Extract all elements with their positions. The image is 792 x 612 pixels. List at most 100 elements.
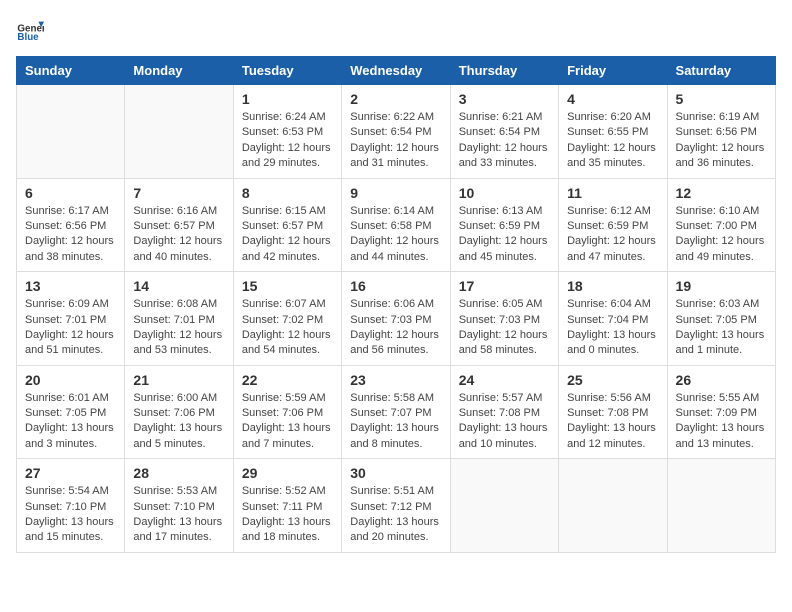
calendar-cell: 11 Sunrise: 6:12 AM Sunset: 6:59 PM Dayli… <box>559 178 667 272</box>
day-number: 9 <box>350 185 441 201</box>
calendar-cell: 29 Sunrise: 5:52 AM Sunset: 7:11 PM Dayli… <box>233 459 341 553</box>
calendar-cell: 17 Sunrise: 6:05 AM Sunset: 7:03 PM Dayli… <box>450 272 558 366</box>
day-info: Sunrise: 6:12 AM Sunset: 6:59 PM Dayligh… <box>567 204 658 266</box>
day-number: 13 <box>25 278 116 294</box>
calendar-cell: 10 Sunrise: 6:13 AM Sunset: 6:59 PM Dayli… <box>450 178 558 272</box>
day-info: Sunrise: 6:14 AM Sunset: 6:58 PM Dayligh… <box>350 204 441 266</box>
calendar-cell <box>125 85 233 179</box>
calendar-week-row-3: 13 Sunrise: 6:09 AM Sunset: 7:01 PM Dayli… <box>17 272 776 366</box>
calendar-week-row-4: 20Sunrise: 6:01 AM Sunset: 7:05 PM Dayli… <box>17 365 776 459</box>
calendar-cell: 16 Sunrise: 6:06 AM Sunset: 7:03 PM Dayli… <box>342 272 450 366</box>
calendar-cell: 27 Sunrise: 5:54 AM Sunset: 7:10 PM Dayli… <box>17 459 125 553</box>
day-number: 25 <box>567 372 658 388</box>
day-number: 27 <box>25 465 116 481</box>
day-info: Sunrise: 6:20 AM Sunset: 6:55 PM Dayligh… <box>567 110 658 172</box>
day-number: 11 <box>567 185 658 201</box>
calendar-cell: 1 Sunrise: 6:24 AM Sunset: 6:53 PM Daylig… <box>233 85 341 179</box>
calendar-cell: 9 Sunrise: 6:14 AM Sunset: 6:58 PM Daylig… <box>342 178 450 272</box>
calendar-week-row-2: 6 Sunrise: 6:17 AM Sunset: 6:56 PM Daylig… <box>17 178 776 272</box>
weekday-header-saturday: Saturday <box>667 57 775 85</box>
day-number: 14 <box>133 278 224 294</box>
logo: General Blue <box>16 16 44 44</box>
day-info: Sunrise: 5:55 AM Sunset: 7:09 PM Dayligh… <box>676 391 767 453</box>
weekday-header-wednesday: Wednesday <box>342 57 450 85</box>
weekday-header-sunday: Sunday <box>17 57 125 85</box>
day-number: 24 <box>459 372 550 388</box>
day-info: Sunrise: 6:04 AM Sunset: 7:04 PM Dayligh… <box>567 297 658 359</box>
logo-icon: General Blue <box>16 16 44 44</box>
calendar-week-row-5: 27 Sunrise: 5:54 AM Sunset: 7:10 PM Dayli… <box>17 459 776 553</box>
calendar-cell: 30Sunrise: 5:51 AM Sunset: 7:12 PM Dayli… <box>342 459 450 553</box>
day-info: Sunrise: 6:21 AM Sunset: 6:54 PM Dayligh… <box>459 110 550 172</box>
day-number: 15 <box>242 278 333 294</box>
day-info: Sunrise: 6:24 AM Sunset: 6:53 PM Dayligh… <box>242 110 333 172</box>
day-info: Sunrise: 5:52 AM Sunset: 7:11 PM Dayligh… <box>242 484 333 546</box>
calendar-cell: 28 Sunrise: 5:53 AM Sunset: 7:10 PM Dayli… <box>125 459 233 553</box>
day-info: Sunrise: 6:08 AM Sunset: 7:01 PM Dayligh… <box>133 297 224 359</box>
day-number: 26 <box>676 372 767 388</box>
day-number: 17 <box>459 278 550 294</box>
calendar-cell: 22 Sunrise: 5:59 AM Sunset: 7:06 PM Dayli… <box>233 365 341 459</box>
day-number: 3 <box>459 91 550 107</box>
svg-text:Blue: Blue <box>17 32 39 43</box>
day-number: 10 <box>459 185 550 201</box>
day-number: 29 <box>242 465 333 481</box>
calendar-cell: 6 Sunrise: 6:17 AM Sunset: 6:56 PM Daylig… <box>17 178 125 272</box>
day-number: 22 <box>242 372 333 388</box>
weekday-header-friday: Friday <box>559 57 667 85</box>
day-info: Sunrise: 5:53 AM Sunset: 7:10 PM Dayligh… <box>133 484 224 546</box>
calendar-cell: 23 Sunrise: 5:58 AM Sunset: 7:07 PM Dayli… <box>342 365 450 459</box>
calendar-cell: 24 Sunrise: 5:57 AM Sunset: 7:08 PM Dayli… <box>450 365 558 459</box>
day-info: Sunrise: 6:05 AM Sunset: 7:03 PM Dayligh… <box>459 297 550 359</box>
day-number: 16 <box>350 278 441 294</box>
calendar-cell: 5 Sunrise: 6:19 AM Sunset: 6:56 PM Daylig… <box>667 85 775 179</box>
day-number: 6 <box>25 185 116 201</box>
day-info: Sunrise: 5:59 AM Sunset: 7:06 PM Dayligh… <box>242 391 333 453</box>
calendar-cell: 15Sunrise: 6:07 AM Sunset: 7:02 PM Dayli… <box>233 272 341 366</box>
day-info: Sunrise: 5:54 AM Sunset: 7:10 PM Dayligh… <box>25 484 116 546</box>
day-info: Sunrise: 6:10 AM Sunset: 7:00 PM Dayligh… <box>676 204 767 266</box>
day-info: Sunrise: 5:57 AM Sunset: 7:08 PM Dayligh… <box>459 391 550 453</box>
day-info: Sunrise: 6:16 AM Sunset: 6:57 PM Dayligh… <box>133 204 224 266</box>
day-number: 7 <box>133 185 224 201</box>
day-info: Sunrise: 6:06 AM Sunset: 7:03 PM Dayligh… <box>350 297 441 359</box>
day-number: 23 <box>350 372 441 388</box>
day-info: Sunrise: 5:58 AM Sunset: 7:07 PM Dayligh… <box>350 391 441 453</box>
calendar-cell: 20Sunrise: 6:01 AM Sunset: 7:05 PM Dayli… <box>17 365 125 459</box>
calendar-cell <box>17 85 125 179</box>
weekday-header-row: SundayMondayTuesdayWednesdayThursdayFrid… <box>17 57 776 85</box>
day-number: 5 <box>676 91 767 107</box>
day-number: 28 <box>133 465 224 481</box>
calendar-cell: 3 Sunrise: 6:21 AM Sunset: 6:54 PM Daylig… <box>450 85 558 179</box>
weekday-header-tuesday: Tuesday <box>233 57 341 85</box>
day-info: Sunrise: 6:03 AM Sunset: 7:05 PM Dayligh… <box>676 297 767 359</box>
day-number: 1 <box>242 91 333 107</box>
calendar-week-row-1: 1 Sunrise: 6:24 AM Sunset: 6:53 PM Daylig… <box>17 85 776 179</box>
calendar-cell: 25 Sunrise: 5:56 AM Sunset: 7:08 PM Dayli… <box>559 365 667 459</box>
header: General Blue <box>16 16 776 44</box>
day-info: Sunrise: 6:09 AM Sunset: 7:01 PM Dayligh… <box>25 297 116 359</box>
weekday-header-monday: Monday <box>125 57 233 85</box>
calendar-cell: 21Sunrise: 6:00 AM Sunset: 7:06 PM Dayli… <box>125 365 233 459</box>
day-number: 8 <box>242 185 333 201</box>
weekday-header-thursday: Thursday <box>450 57 558 85</box>
day-info: Sunrise: 5:56 AM Sunset: 7:08 PM Dayligh… <box>567 391 658 453</box>
day-number: 30 <box>350 465 441 481</box>
calendar-cell: 19 Sunrise: 6:03 AM Sunset: 7:05 PM Dayli… <box>667 272 775 366</box>
calendar-cell <box>450 459 558 553</box>
day-info: Sunrise: 6:22 AM Sunset: 6:54 PM Dayligh… <box>350 110 441 172</box>
day-info: Sunrise: 6:17 AM Sunset: 6:56 PM Dayligh… <box>25 204 116 266</box>
calendar-cell: 4Sunrise: 6:20 AM Sunset: 6:55 PM Daylig… <box>559 85 667 179</box>
day-number: 2 <box>350 91 441 107</box>
day-number: 19 <box>676 278 767 294</box>
day-info: Sunrise: 6:15 AM Sunset: 6:57 PM Dayligh… <box>242 204 333 266</box>
calendar-cell: 26 Sunrise: 5:55 AM Sunset: 7:09 PM Dayli… <box>667 365 775 459</box>
day-info: Sunrise: 6:01 AM Sunset: 7:05 PM Dayligh… <box>25 391 116 453</box>
calendar-cell: 12 Sunrise: 6:10 AM Sunset: 7:00 PM Dayli… <box>667 178 775 272</box>
calendar-cell <box>559 459 667 553</box>
day-info: Sunrise: 6:13 AM Sunset: 6:59 PM Dayligh… <box>459 204 550 266</box>
calendar-cell: 8 Sunrise: 6:15 AM Sunset: 6:57 PM Daylig… <box>233 178 341 272</box>
day-info: Sunrise: 6:19 AM Sunset: 6:56 PM Dayligh… <box>676 110 767 172</box>
calendar-cell: 18Sunrise: 6:04 AM Sunset: 7:04 PM Dayli… <box>559 272 667 366</box>
day-number: 12 <box>676 185 767 201</box>
